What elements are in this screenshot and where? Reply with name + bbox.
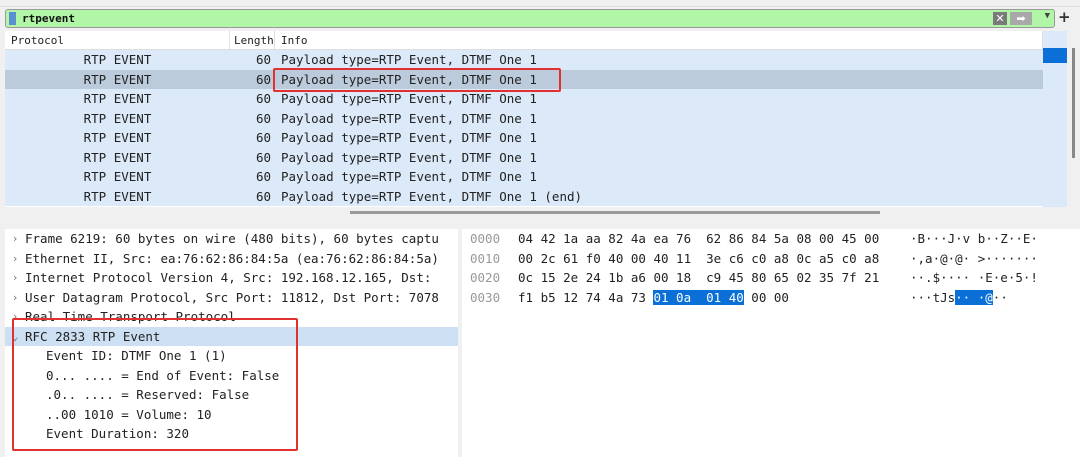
tree-item[interactable]: › Ethernet II, Src: ea:76:62:86:84:5a (e… <box>5 249 458 269</box>
ascii-selected: ·· ·@ <box>955 289 993 305</box>
ascii-text: ·· <box>992 289 1008 305</box>
hex-bytes-selected: 01 0a 01 40 <box>653 289 744 305</box>
hex-bytes: 00 2c 61 f0 40 00 40 11 3e c6 c0 a8 0c a… <box>510 249 910 269</box>
hex-offset: 0000 <box>470 231 501 246</box>
add-filter-button[interactable]: + <box>1058 8 1071 26</box>
column-info[interactable]: Info <box>275 31 1043 49</box>
highlight-box <box>12 318 298 451</box>
length-cell: 60 <box>255 91 271 107</box>
info-cell: Payload type=RTP Event, DTMF One 1 <box>281 149 537 165</box>
tree-item[interactable]: › Internet Protocol Version 4, Src: 192.… <box>5 268 458 288</box>
hex-row[interactable]: 0020 0c 15 2e 24 1b a6 00 18 c9 45 80 65… <box>462 268 1080 288</box>
tree-item-label: Ethernet II, Src: ea:76:62:86:84:5a (ea:… <box>25 250 439 266</box>
packet-minimap[interactable] <box>1043 31 1067 207</box>
hex-row[interactable]: 0000 04 42 1a aa 82 4a ea 76 62 86 84 5a… <box>462 229 1080 249</box>
vertical-scrollbar[interactable] <box>1072 48 1075 158</box>
hex-offset: 0010 <box>470 250 501 266</box>
hex-bytes-text: 04 42 1a aa 82 4a ea 76 62 86 84 5a 08 0… <box>518 231 880 246</box>
protocol-cell: RTP EVENT <box>83 71 152 87</box>
hex-bytes: f1 b5 12 74 4a 73 01 0a 01 40 00 00 <box>510 288 910 308</box>
length-cell: 60 <box>255 130 271 146</box>
ascii-text: ···tJs <box>910 289 956 305</box>
packet-row[interactable]: RTP EVENT 60 Payload type=RTP Event, DTM… <box>5 128 1043 148</box>
hex-ascii: ··.$···· ·E·e·5·! <box>910 268 1038 288</box>
protocol-cell: RTP EVENT <box>83 188 152 204</box>
ascii-text: ·B···J·v b··Z··E· <box>910 231 1038 246</box>
hex-ascii: ·B···J·v b··Z··E· <box>910 229 1038 249</box>
protocol-cell: RTP EVENT <box>83 130 152 146</box>
packet-row[interactable]: RTP EVENT 60 Payload type=RTP Event, DTM… <box>5 108 1043 128</box>
tree-item[interactable]: › Frame 6219: 60 bytes on wire (480 bits… <box>5 229 458 249</box>
info-cell: Payload type=RTP Event, DTMF One 1 <box>281 110 537 126</box>
chevron-right-icon[interactable]: › <box>5 229 25 249</box>
packet-row[interactable]: RTP EVENT 60 Payload type=RTP Event, DTM… <box>5 167 1043 187</box>
bookmark-icon[interactable] <box>9 12 16 25</box>
protocol-cell: RTP EVENT <box>83 110 152 126</box>
clear-filter-icon[interactable]: ✕ <box>993 12 1007 25</box>
hex-row[interactable]: 0010 00 2c 61 f0 40 00 40 11 3e c6 c0 a8… <box>462 249 1080 269</box>
length-cell: 60 <box>255 71 271 87</box>
column-protocol[interactable]: Protocol <box>5 31 230 49</box>
hex-bytes-text: 0c 15 2e 24 1b a6 00 18 c9 45 80 65 02 3… <box>518 270 880 285</box>
info-cell: Payload type=RTP Event, DTMF One 1 (end) <box>281 188 583 204</box>
display-filter-input[interactable] <box>22 11 922 26</box>
ascii-text: ··.$···· ·E·e·5·! <box>910 270 1038 285</box>
packet-row[interactable]: RTP EVENT 60 Payload type=RTP Event, DTM… <box>5 147 1043 167</box>
hex-bytes-text: 00 00 <box>743 289 789 305</box>
hex-bytes-text: f1 b5 12 74 4a 73 <box>518 289 654 305</box>
tree-item-label: Internet Protocol Version 4, Src: 192.16… <box>25 270 432 285</box>
hex-ascii: ·,a·@·@· >······· <box>910 249 1038 269</box>
protocol-cell: RTP EVENT <box>83 149 152 165</box>
hex-row[interactable]: 0030 f1 b5 12 74 4a 73 01 0a 01 40 00 00… <box>462 288 1080 308</box>
protocol-cell: RTP EVENT <box>83 169 152 185</box>
length-cell: 60 <box>255 149 271 165</box>
length-cell: 60 <box>255 169 271 185</box>
protocol-cell: RTP EVENT <box>83 91 152 107</box>
hex-offset: 0030 <box>470 289 501 305</box>
hex-ascii: ···tJs·· ·@·· <box>910 288 1008 308</box>
ascii-text: ·,a·@·@· >······· <box>910 250 1038 266</box>
horizontal-scrollbar[interactable] <box>350 211 880 214</box>
chevron-right-icon[interactable]: › <box>5 288 25 308</box>
tree-item[interactable]: › User Datagram Protocol, Src Port: 1181… <box>5 288 458 308</box>
chevron-right-icon[interactable]: › <box>5 249 25 269</box>
hex-offset: 0020 <box>470 270 501 285</box>
hex-bytes: 0c 15 2e 24 1b a6 00 18 c9 45 80 65 02 3… <box>510 268 910 288</box>
info-cell: Payload type=RTP Event, DTMF One 1 <box>281 52 537 68</box>
packet-row[interactable]: RTP EVENT 60 Payload type=RTP Event, DTM… <box>5 186 1043 206</box>
length-cell: 60 <box>255 110 271 126</box>
highlight-box <box>273 68 561 92</box>
tree-item-label: Frame 6219: 60 bytes on wire (480 bits),… <box>25 231 439 246</box>
info-cell: Payload type=RTP Event, DTMF One 1 <box>281 130 537 146</box>
column-length[interactable]: Length <box>230 31 275 49</box>
filter-history-dropdown-icon[interactable]: ▼ <box>1045 11 1050 21</box>
info-cell: Payload type=RTP Event, DTMF One 1 <box>281 91 537 107</box>
apply-filter-icon[interactable]: ➡ <box>1010 12 1032 25</box>
length-cell: 60 <box>255 188 271 204</box>
protocol-cell: RTP EVENT <box>83 52 152 68</box>
hex-bytes: 04 42 1a aa 82 4a ea 76 62 86 84 5a 08 0… <box>510 229 910 249</box>
length-cell: 60 <box>255 52 271 68</box>
packet-bytes-pane: 0000 04 42 1a aa 82 4a ea 76 62 86 84 5a… <box>462 229 1080 457</box>
hex-bytes-text: 00 2c 61 f0 40 00 40 11 3e c6 c0 a8 0c a… <box>518 250 880 266</box>
main-toolbar <box>0 0 1080 7</box>
minimap-marker <box>1043 48 1067 63</box>
info-cell: Payload type=RTP Event, DTMF One 1 <box>281 169 537 185</box>
display-filter-bar[interactable]: ✕ ➡ ▼ <box>5 9 1055 28</box>
packet-row[interactable]: RTP EVENT 60 Payload type=RTP Event, DTM… <box>5 50 1043 70</box>
chevron-right-icon[interactable]: › <box>5 268 25 288</box>
packet-list-header: Protocol Length Info <box>5 31 1043 50</box>
tree-item-label: User Datagram Protocol, Src Port: 11812,… <box>25 289 439 305</box>
packet-list: Protocol Length Info RTP EVENT 60 Payloa… <box>5 31 1043 207</box>
